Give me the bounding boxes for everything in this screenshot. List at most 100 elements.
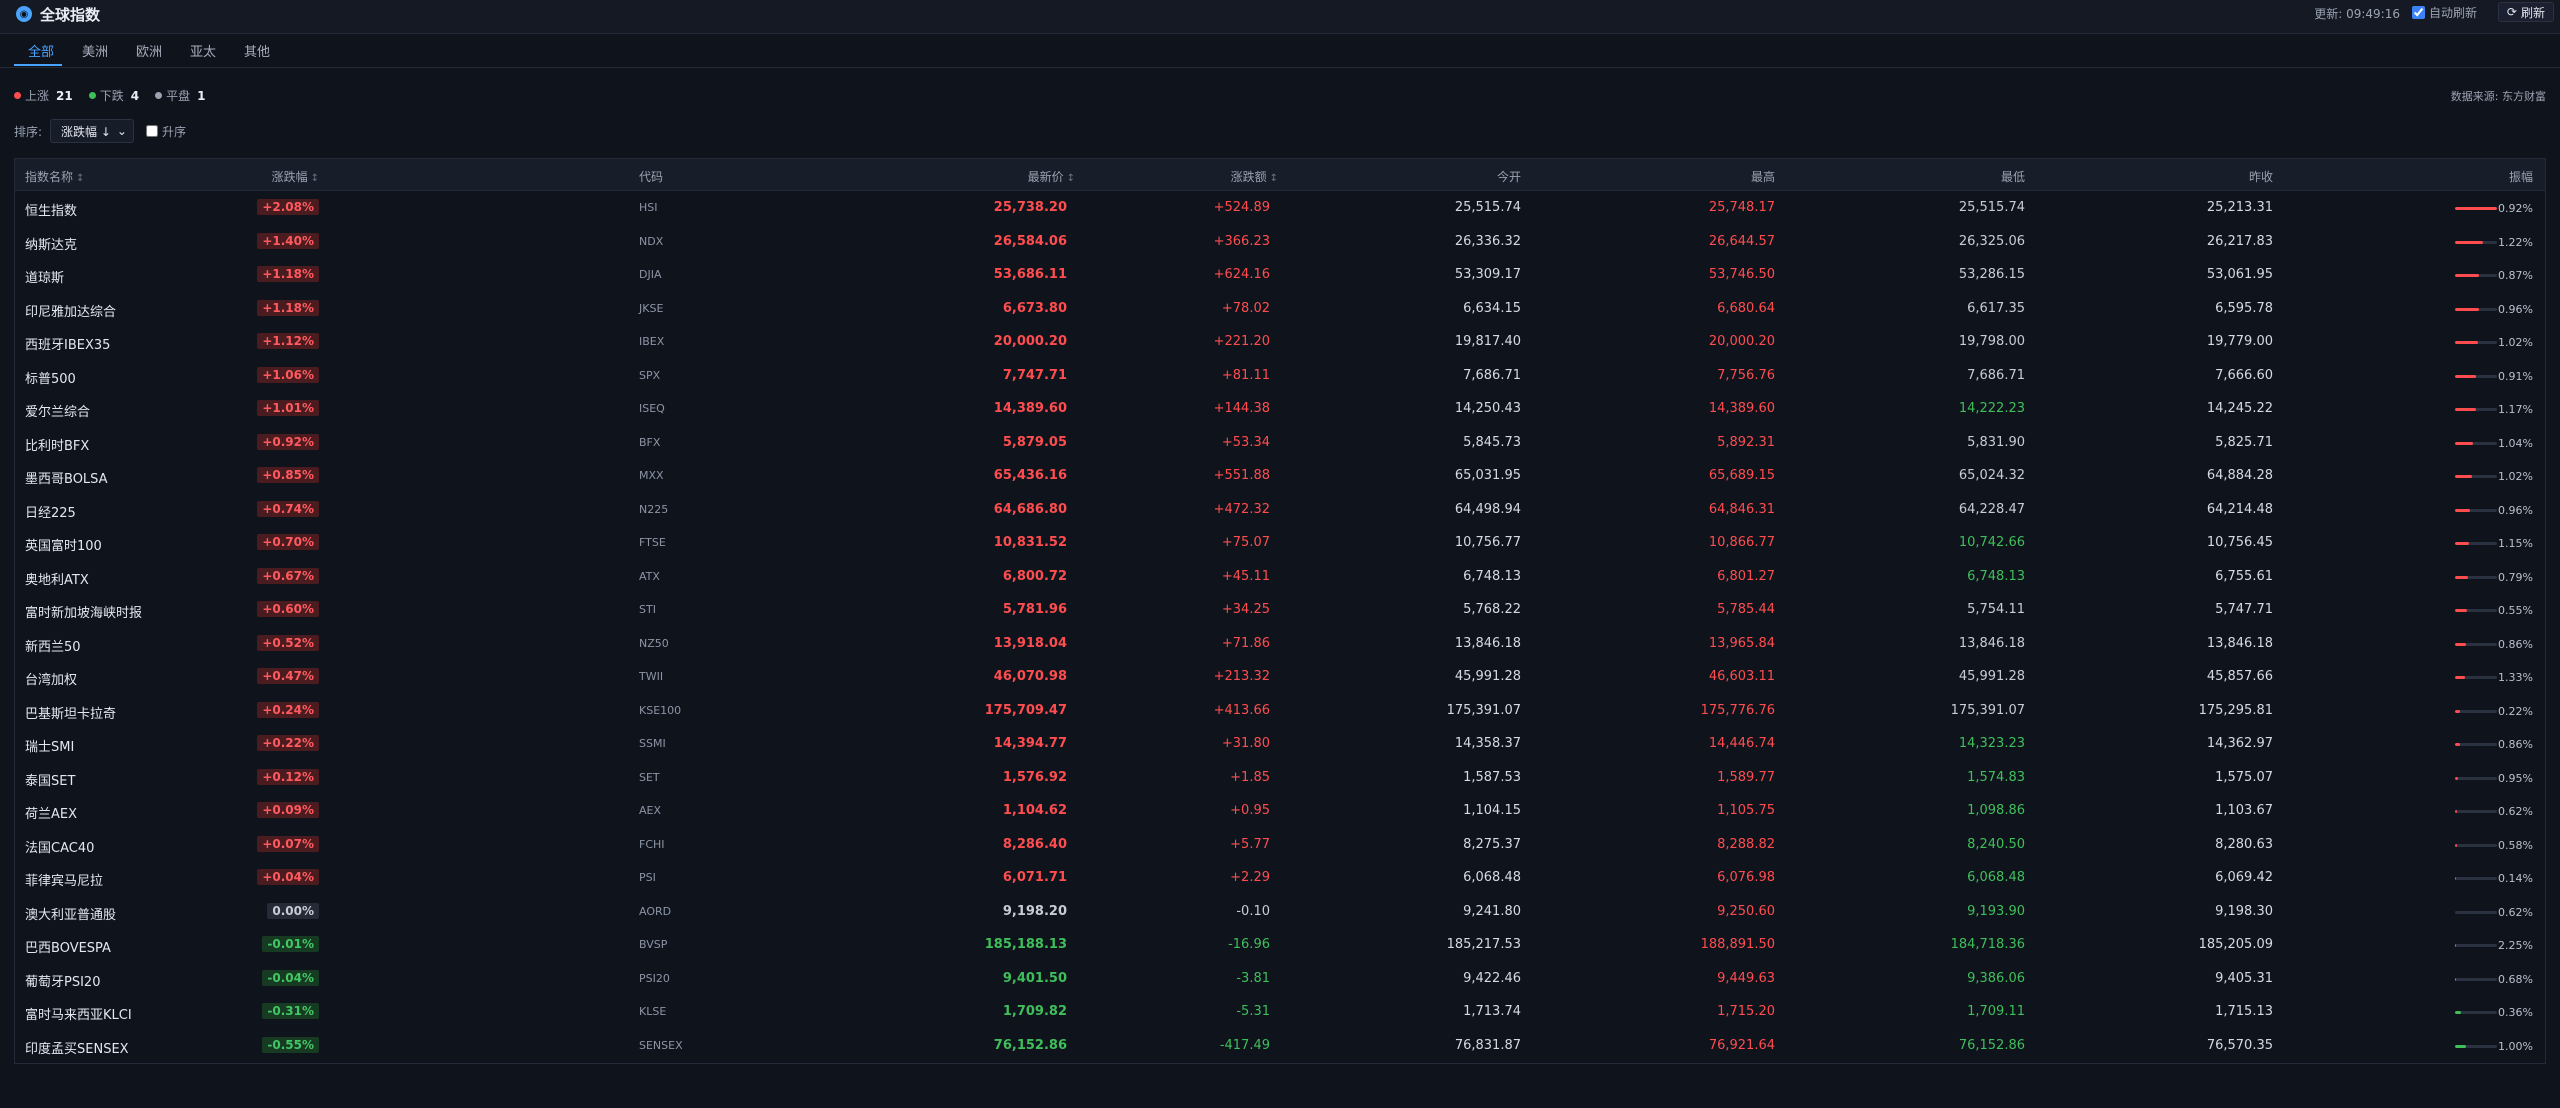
high-price: 6,801.27	[1717, 568, 1775, 584]
table-row[interactable]: 印尼雅加达综合 +1.18% JKSE 6,673.80 +78.02 6,634.15 6…	[15, 292, 2545, 326]
header-pct[interactable]: 涨跌幅 ↕	[272, 168, 319, 185]
high-price: 25,748.17	[1708, 200, 1775, 215]
ascending-toggle[interactable]: 升序	[145, 123, 186, 140]
table-row[interactable]: 泰国SET +0.12% SET 1,576.92 +1.85 1,587.53 1,589…	[15, 761, 2545, 795]
header-code: 代码	[639, 170, 664, 184]
table-row[interactable]: 日经225 +0.74% N225 64,686.80 +472.32 64,498.94…	[15, 493, 2545, 527]
amplitude-bar-fill	[2455, 508, 2471, 512]
high-price: 7,756.76	[1717, 367, 1775, 383]
low-price: 9,193.90	[1967, 903, 2025, 919]
amplitude-bar-fill	[2455, 843, 2457, 847]
low-price: 5,831.90	[1967, 434, 2025, 450]
sort-icon: ↕	[1269, 173, 1278, 184]
table-row[interactable]: 墨西哥BOLSA +0.85% MXX 65,436.16 +551.88 65,031.…	[15, 459, 2545, 493]
table-row[interactable]: 法国CAC40 +0.07% FCHI 8,286.40 +5.77 8,275.37 8,…	[15, 828, 2545, 862]
change-amount: +472.32	[1213, 501, 1270, 517]
amplitude: 1.17%	[2498, 403, 2533, 416]
amplitude: 0.86%	[2498, 738, 2533, 751]
amplitude-bar-fill	[2455, 709, 2461, 713]
table-row[interactable]: 台湾加权 +0.47% TWII 46,070.98 +213.32 45,991.28 4…	[15, 660, 2545, 694]
header-name[interactable]: 指数名称 ↕	[25, 168, 84, 185]
amplitude: 1.02%	[2498, 336, 2533, 349]
index-name: 比利时BFX	[25, 438, 90, 454]
table-row[interactable]: 纳斯达克 +1.40% NDX 26,584.06 +366.23 26,336.32 26…	[15, 225, 2545, 259]
amplitude-bar	[2455, 709, 2497, 713]
pct-badge: -0.01%	[262, 936, 319, 952]
index-name: 新西兰50	[25, 639, 81, 655]
table-row[interactable]: 富时新加坡海峡时报 +0.60% STI 5,781.96 +34.25 5,768.22…	[15, 593, 2545, 627]
open-price: 65,031.95	[1454, 468, 1521, 483]
tab-europe[interactable]: 欧洲	[132, 41, 166, 60]
table-row[interactable]: 葡萄牙PSI20 -0.04% PSI20 9,401.50 -3.81 9,422.46…	[15, 962, 2545, 996]
table-row[interactable]: 爱尔兰综合 +1.01% ISEQ 14,389.60 +144.38 14,250.43…	[15, 392, 2545, 426]
amplitude-bar	[2455, 1011, 2497, 1014]
pct-badge: +1.01%	[257, 400, 319, 416]
index-code: HSI	[639, 201, 658, 214]
index-name: 葡萄牙PSI20	[25, 974, 101, 990]
change-amount: +221.20	[1213, 334, 1270, 349]
amplitude-bar	[2455, 441, 2497, 445]
table-row[interactable]: 巴基斯坦卡拉奇 +0.24% KSE100 175,709.47 +413.66 175,…	[15, 694, 2545, 728]
tab-asia-pacific[interactable]: 亚太	[186, 41, 220, 60]
open-price: 25,515.74	[1454, 200, 1521, 215]
index-code: FCHI	[639, 837, 665, 851]
index-name: 英国富时100	[25, 539, 102, 554]
change-amount: -417.49	[1219, 1037, 1270, 1053]
low-price: 10,742.66	[1958, 535, 2025, 550]
high-price: 46,603.11	[1708, 669, 1775, 684]
table-row[interactable]: 标普500 +1.06% SPX 7,747.71 +81.11 7,686.71 7,75…	[15, 359, 2545, 393]
table-row[interactable]: 比利时BFX +0.92% BFX 5,879.05 +53.34 5,845.73 5,8…	[15, 426, 2545, 460]
active-tab-indicator	[14, 64, 62, 66]
table-row[interactable]: 恒生指数 +2.08% HSI 25,738.20 +524.89 25,515.74 25…	[15, 191, 2545, 225]
header-price[interactable]: 最新价 ↕	[1028, 168, 1075, 185]
prev-close: 185,205.09	[2198, 937, 2273, 952]
prev-close: 76,570.35	[2206, 1037, 2273, 1053]
table-row[interactable]: 澳大利亚普通股 0.00% AORD 9,198.20 -0.10 9,241.80 9,2…	[15, 895, 2545, 929]
last-price: 6,071.71	[1002, 870, 1067, 885]
table-row[interactable]: 奥地利ATX +0.67% ATX 6,800.72 +45.11 6,748.13 6,8…	[15, 560, 2545, 594]
table-row[interactable]: 西班牙IBEX35 +1.12% IBEX 20,000.20 +221.20 19,81…	[15, 325, 2545, 359]
tab-all[interactable]: 全部	[24, 41, 58, 60]
high-price: 6,076.98	[1717, 870, 1775, 885]
refresh-button[interactable]: ⟳ 刷新	[2497, 2, 2554, 22]
amplitude: 0.86%	[2498, 637, 2533, 651]
auto-refresh-toggle[interactable]: 自动刷新	[2411, 4, 2477, 21]
amplitude-bar	[2455, 207, 2497, 210]
last-price: 1,709.82	[1002, 1004, 1067, 1019]
header-amp: 振幅	[2508, 170, 2533, 184]
high-price: 13,965.84	[1708, 635, 1775, 651]
table-row[interactable]: 道琼斯 +1.18% DJIA 53,686.11 +624.16 53,309.17 53…	[15, 258, 2545, 292]
table-row[interactable]: 英国富时100 +0.70% FTSE 10,831.52 +75.07 10,756.7…	[15, 526, 2545, 560]
stat-up: 上涨 21	[14, 87, 73, 104]
index-code: PSI20	[639, 971, 670, 985]
amplitude-bar	[2455, 609, 2497, 612]
change-amount: +551.88	[1213, 468, 1270, 483]
table-row[interactable]: 印度孟买SENSEX -0.55% SENSEX 76,152.86 -417.49 76…	[15, 1029, 2545, 1063]
index-code: TWII	[639, 670, 664, 683]
last-price: 9,198.20	[1002, 903, 1067, 919]
header-chg[interactable]: 涨跌额 ↕	[1231, 168, 1278, 185]
table-row[interactable]: 富时马来西亚KLCI -0.31% KLSE 1,709.82 -5.31 1,713.7…	[15, 995, 2545, 1029]
header-name-label: 指数名称	[25, 170, 74, 184]
open-price: 13,846.18	[1454, 635, 1521, 651]
high-price: 76,921.64	[1708, 1037, 1775, 1053]
index-name: 奥地利ATX	[25, 572, 89, 588]
table-row[interactable]: 菲律宾马尼拉 +0.04% PSI 6,071.71 +2.29 6,068.48 6,07…	[15, 861, 2545, 895]
auto-refresh-checkbox[interactable]	[2411, 6, 2425, 19]
prev-close: 1,575.07	[2215, 769, 2273, 785]
table-row[interactable]: 荷兰AEX +0.09% AEX 1,104.62 +0.95 1,104.15 1,105…	[15, 794, 2545, 828]
open-price: 185,217.53	[1446, 937, 1521, 952]
table-row[interactable]: 瑞士SMI +0.22% SSMI 14,394.77 +31.80 14,358.37 1…	[15, 727, 2545, 761]
tab-americas[interactable]: 美洲	[78, 41, 112, 60]
index-name: 菲律宾马尼拉	[25, 874, 104, 889]
open-price: 6,748.13	[1463, 568, 1521, 584]
table-row[interactable]: 新西兰50 +0.52% NZ50 13,918.04 +71.86 13,846.18 1…	[15, 627, 2545, 661]
change-amount: +213.32	[1213, 669, 1270, 684]
table-row[interactable]: 巴西BOVESPA -0.01% BVSP 185,188.13 -16.96 185,2…	[15, 928, 2545, 962]
index-code: AEX	[639, 804, 662, 817]
last-price: 1,104.62	[1002, 803, 1067, 818]
ascending-checkbox[interactable]	[145, 125, 158, 137]
header-open: 今开	[1496, 170, 1521, 184]
tab-other[interactable]: 其他	[240, 41, 274, 60]
sort-select[interactable]: 涨跌幅 ↓ ⌄	[50, 119, 134, 143]
